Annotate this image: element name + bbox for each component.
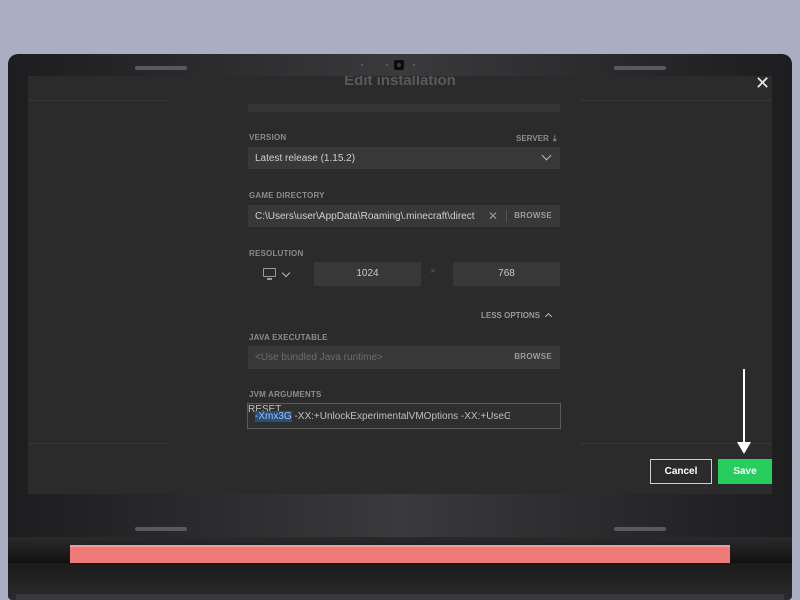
lid-grip-bottom-right xyxy=(614,527,666,531)
game-directory-label: GAME DIRECTORY xyxy=(249,191,325,200)
previous-field-stub xyxy=(248,104,560,112)
lid-grip-right xyxy=(614,66,666,70)
divider xyxy=(506,210,507,222)
launcher-screen: Edit installation ✕ VERSION SERVER ⤓ Lat… xyxy=(28,76,772,494)
divider xyxy=(28,100,168,101)
pointer-arrow-icon xyxy=(737,442,751,454)
version-select[interactable]: Latest release (1.15.2) xyxy=(248,147,560,169)
chevron-up-icon xyxy=(545,312,553,321)
keyboard-deck-edge xyxy=(16,594,784,600)
less-options-toggle[interactable]: LESS OPTIONS xyxy=(481,311,553,321)
divider xyxy=(580,100,772,101)
game-directory-field[interactable]: C:\Users\user\AppData\Roaming\.minecraft… xyxy=(248,205,560,227)
pointer-arrow-shaft xyxy=(743,369,745,445)
java-executable-placeholder: <Use bundled Java runtime> xyxy=(255,352,383,363)
server-link-label: SERVER xyxy=(516,134,549,143)
monitor-icon[interactable] xyxy=(263,268,276,280)
resolution-separator: × xyxy=(430,266,436,277)
resolution-width-input[interactable]: 1024 xyxy=(314,262,421,286)
resolution-label: RESOLUTION xyxy=(249,249,304,258)
jvm-arguments-text: -Xmx3G -XX:+UnlockExperimentalVMOptions … xyxy=(255,411,510,422)
version-label: VERSION xyxy=(249,133,287,142)
lid-grip-left xyxy=(135,66,187,70)
hinge-accent-strip xyxy=(70,545,730,564)
divider xyxy=(28,443,168,444)
version-value: Latest release (1.15.2) xyxy=(255,153,356,164)
chevron-down-icon xyxy=(541,150,552,161)
lid-grip-bottom-left xyxy=(135,527,187,531)
java-executable-label: JAVA EXECUTABLE xyxy=(249,333,328,342)
game-directory-browse-button[interactable]: BROWSE xyxy=(514,211,552,220)
save-button[interactable]: Save xyxy=(718,459,772,484)
webcam-icon xyxy=(394,60,404,70)
jvm-arguments-input[interactable]: -Xmx3G -XX:+UnlockExperimentalVMOptions … xyxy=(247,403,561,429)
chevron-down-icon[interactable] xyxy=(281,268,291,278)
server-download-link[interactable]: SERVER ⤓ xyxy=(516,134,557,144)
java-executable-browse-button[interactable]: BROWSE xyxy=(514,352,552,361)
jvm-selected-text: -Xmx3G xyxy=(255,411,292,422)
resolution-height-input[interactable]: 768 xyxy=(453,262,560,286)
camera-dot xyxy=(361,64,363,66)
camera-dot xyxy=(386,64,388,66)
camera-dot xyxy=(413,64,415,66)
java-executable-field[interactable]: <Use bundled Java runtime> BROWSE xyxy=(248,346,560,369)
jvm-rest-text: -XX:+UnlockExperimentalVMOptions -XX:+Us… xyxy=(291,411,510,422)
close-icon[interactable]: ✕ xyxy=(755,76,770,94)
cancel-button[interactable]: Cancel xyxy=(650,459,712,484)
download-icon: ⤓ xyxy=(553,134,557,143)
less-options-label: LESS OPTIONS xyxy=(481,311,541,320)
jvm-arguments-label: JVM ARGUMENTS xyxy=(249,390,322,399)
clear-icon[interactable]: ✕ xyxy=(488,209,498,223)
game-directory-value: C:\Users\user\AppData\Roaming\.minecraft… xyxy=(255,211,475,222)
dialog-title: Edit installation xyxy=(344,76,456,89)
